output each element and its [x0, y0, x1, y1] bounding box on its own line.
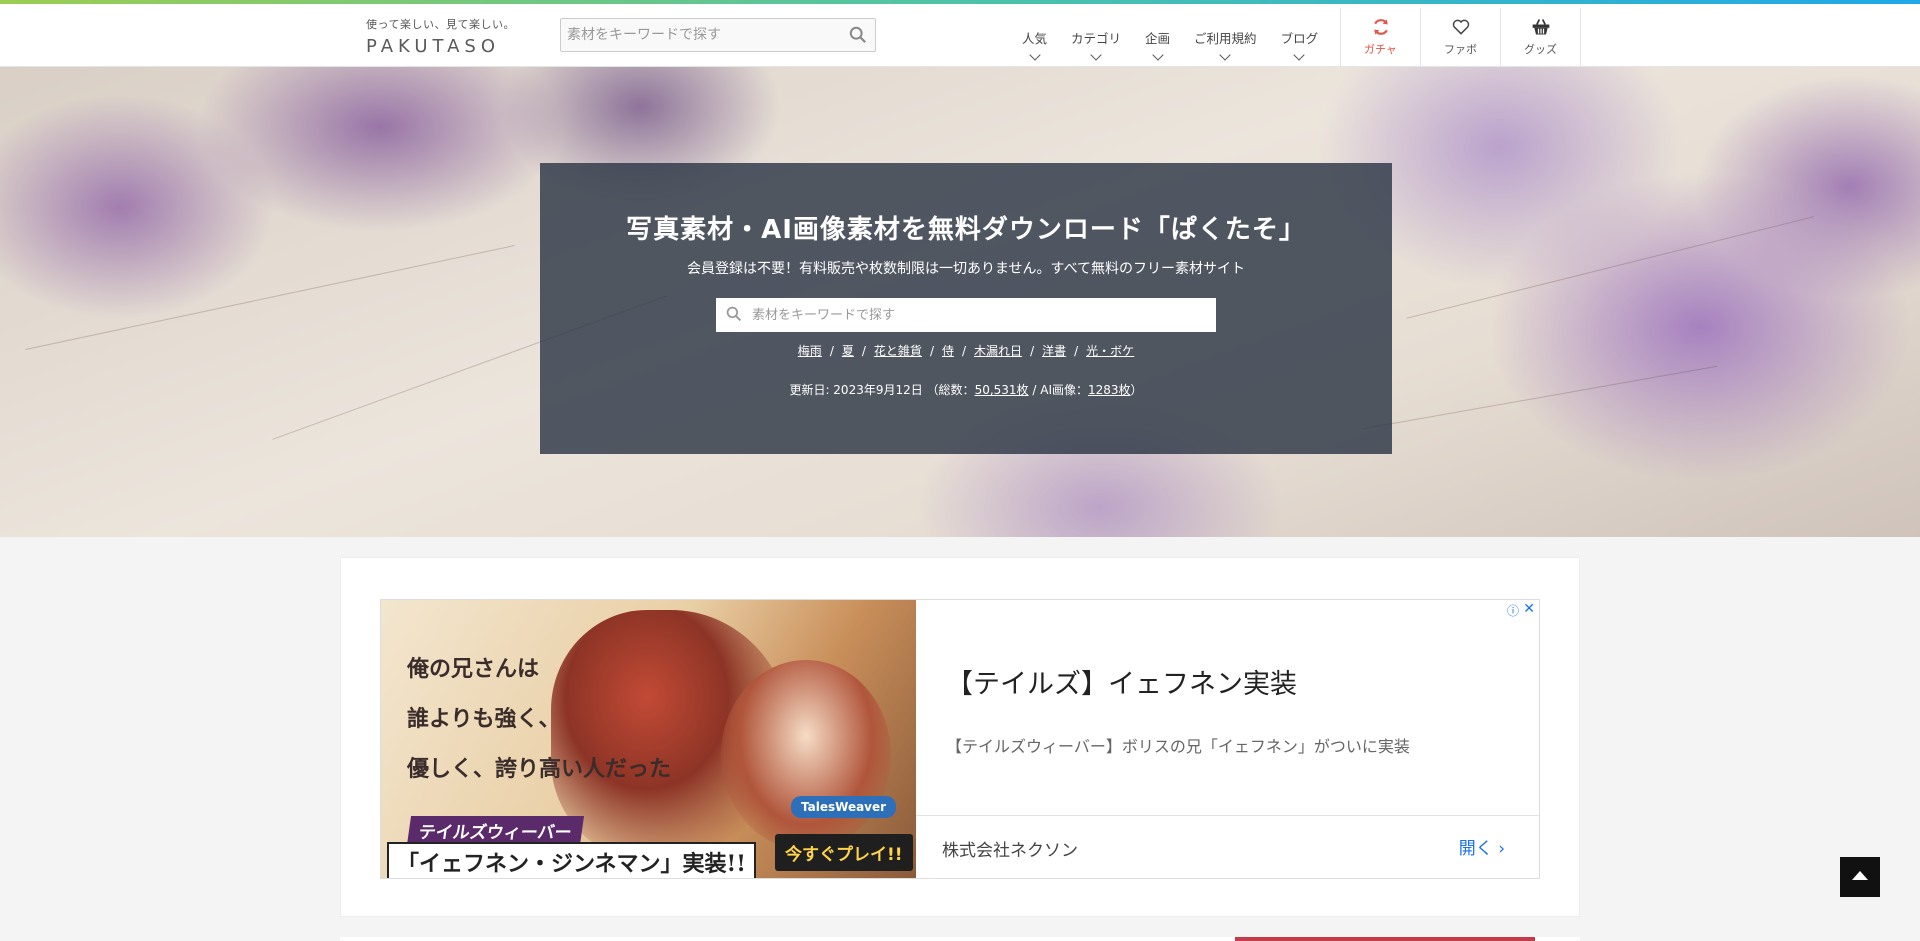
favorites-label: ファボ — [1444, 43, 1477, 56]
tag-link[interactable]: 花と雑貨 — [874, 344, 922, 358]
chevron-down-icon — [1028, 49, 1041, 61]
content-card: 俺の兄さんは 誰よりも強く、 優しく、誇り高い人だった TalesWeaver … — [340, 557, 1580, 917]
ad-footer: 株式会社ネクソン 開く › — [916, 815, 1539, 878]
logo-wordmark: PAKUTASO — [366, 36, 516, 57]
logo-text: PAKUTASO — [366, 36, 501, 57]
tag-link[interactable]: 光・ボケ — [1086, 344, 1134, 358]
ad-open-label: 開く — [1458, 839, 1493, 859]
ad-image-banner: テイルズウィーバー — [406, 816, 584, 845]
ad-play-badge: 今すぐプレイ!! — [775, 834, 913, 871]
chevron-down-icon — [1293, 49, 1305, 61]
chevron-down-icon — [1151, 49, 1164, 61]
nav-category[interactable]: カテゴリ — [1059, 8, 1133, 71]
ad-title[interactable]: 【テイルズ】イェフネン実装 — [946, 662, 1297, 701]
header-search-input[interactable] — [561, 19, 831, 51]
chevron-right-icon: › — [1498, 839, 1505, 859]
nav-label: ブログ — [1280, 31, 1319, 46]
ad-close-icon[interactable]: ✕ — [1523, 601, 1535, 617]
logo-tagline: 使って楽しい、見て楽しい。 — [366, 18, 515, 31]
tag-link[interactable]: 夏 — [842, 344, 854, 358]
search-icon[interactable] — [849, 26, 867, 44]
decorative-script — [25, 245, 515, 350]
chevron-down-icon — [1090, 49, 1102, 61]
nav-label: 人気 — [1022, 31, 1048, 46]
hero-banner: 写真素材・AI画像素材を無料ダウンロード「ぱくたそ」 会員登録は不要！有料販売や… — [0, 67, 1920, 537]
nav-terms[interactable]: ご利用規約 — [1182, 8, 1269, 71]
gacha-button[interactable]: ガチャ — [1341, 8, 1421, 71]
tag-link[interactable]: 梅雨 — [798, 344, 822, 358]
update-suffix: ） — [1130, 383, 1143, 397]
ad-open-button[interactable]: 開く › — [1459, 834, 1505, 859]
total-count-link[interactable]: 50,531枚 — [975, 383, 1029, 397]
chevron-down-icon — [1219, 49, 1231, 61]
popular-tags: 梅雨 / 夏 / 花と雑貨 / 侍 / 木漏れ日 / 洋書 / 光・ボケ — [540, 342, 1392, 359]
goods-button[interactable]: グッズ — [1501, 8, 1581, 71]
ad-image-line: 優しく、誇り高い人だった — [407, 756, 672, 782]
decorative-script — [1362, 365, 1718, 430]
hero-search-input[interactable] — [752, 298, 1212, 332]
nav-blog[interactable]: ブログ — [1269, 8, 1331, 71]
update-prefix: 更新日: 2023年9月12日 （総数： — [789, 383, 975, 397]
tag-link[interactable]: 洋書 — [1042, 344, 1066, 358]
ad-unit[interactable]: 俺の兄さんは 誰よりも強く、 優しく、誇り高い人だった TalesWeaver … — [380, 599, 1540, 879]
hero-overlay: 写真素材・AI画像素材を無料ダウンロード「ぱくたそ」 会員登録は不要！有料販売や… — [540, 163, 1392, 454]
goods-label: グッズ — [1524, 43, 1557, 56]
site-header: 使って楽しい、見て楽しい。 PAKUTASO 人気 カテゴリ 企画 ご利用規約 … — [0, 4, 1920, 71]
gacha-label: ガチャ — [1364, 43, 1397, 56]
nav-label: 企画 — [1145, 31, 1171, 46]
basket-icon — [1532, 19, 1549, 35]
update-mid: / AI画像： — [1028, 383, 1088, 397]
main-nav: 人気 カテゴリ 企画 ご利用規約 ブログ — [1010, 8, 1330, 71]
favorites-button[interactable]: ファボ — [1421, 8, 1501, 71]
ad-image[interactable]: 俺の兄さんは 誰よりも強く、 優しく、誇り高い人だった TalesWeaver … — [381, 600, 916, 878]
hero-title: 写真素材・AI画像素材を無料ダウンロード「ぱくたそ」 — [626, 215, 1306, 245]
decorative-script — [1406, 216, 1814, 319]
nav-label: ご利用規約 — [1194, 31, 1257, 46]
heart-icon — [1452, 19, 1469, 35]
search-icon — [726, 306, 742, 322]
ad-info-icon[interactable]: ⓘ — [1507, 602, 1519, 619]
hero-subtitle: 会員登録は不要！有料販売や枚数制限は一切ありません。すべて無料のフリー素材サイト — [686, 261, 1246, 277]
back-to-top-button[interactable] — [1840, 857, 1880, 897]
update-info: 更新日: 2023年9月12日 （総数：50,531枚 / AI画像：1283枚… — [540, 381, 1392, 398]
tag-link[interactable]: 木漏れ日 — [974, 344, 1022, 358]
header-search — [560, 18, 876, 52]
ad-text-panel[interactable]: ⓘ ✕ 【テイルズ】イェフネン実装 【テイルズウィーバー】ボリスの兄「イェフネン… — [916, 600, 1539, 878]
tag-separator: / — [1030, 344, 1035, 358]
tag-separator: / — [829, 344, 834, 358]
ad-game-logo: TalesWeaver — [791, 796, 897, 818]
tag-separator: / — [929, 344, 934, 358]
ad-image-line: 俺の兄さんは — [407, 656, 540, 682]
nav-feature[interactable]: 企画 — [1133, 8, 1182, 71]
tag-separator: / — [1074, 344, 1079, 358]
next-section-accent — [1235, 937, 1535, 941]
ad-character-illustration — [721, 660, 891, 850]
site-logo[interactable]: 使って楽しい、見て楽しい。 PAKUTASO — [366, 16, 516, 58]
ad-image-banner: 「イェフネン・ジンネマン」実装!! — [387, 842, 756, 878]
ai-count-link[interactable]: 1283枚 — [1088, 383, 1131, 397]
tag-separator: / — [861, 344, 866, 358]
ad-description: 【テイルズウィーバー】ボリスの兄「イェフネン」がついに実装 — [946, 737, 1410, 756]
hero-search — [716, 298, 1216, 332]
header-icon-buttons: ガチャ ファボ グッズ — [1340, 8, 1581, 71]
ad-advertiser: 株式会社ネクソン — [942, 841, 1078, 861]
nav-label: カテゴリ — [1071, 31, 1122, 46]
tag-separator: / — [962, 344, 967, 358]
ad-image-line: 誰よりも強く、 — [407, 706, 561, 732]
nav-popular[interactable]: 人気 — [1010, 8, 1059, 71]
ad-image-copy: 俺の兄さんは 誰よりも強く、 優しく、誇り高い人だった — [407, 644, 671, 794]
tag-link[interactable]: 侍 — [942, 344, 954, 358]
refresh-icon — [1373, 19, 1388, 35]
